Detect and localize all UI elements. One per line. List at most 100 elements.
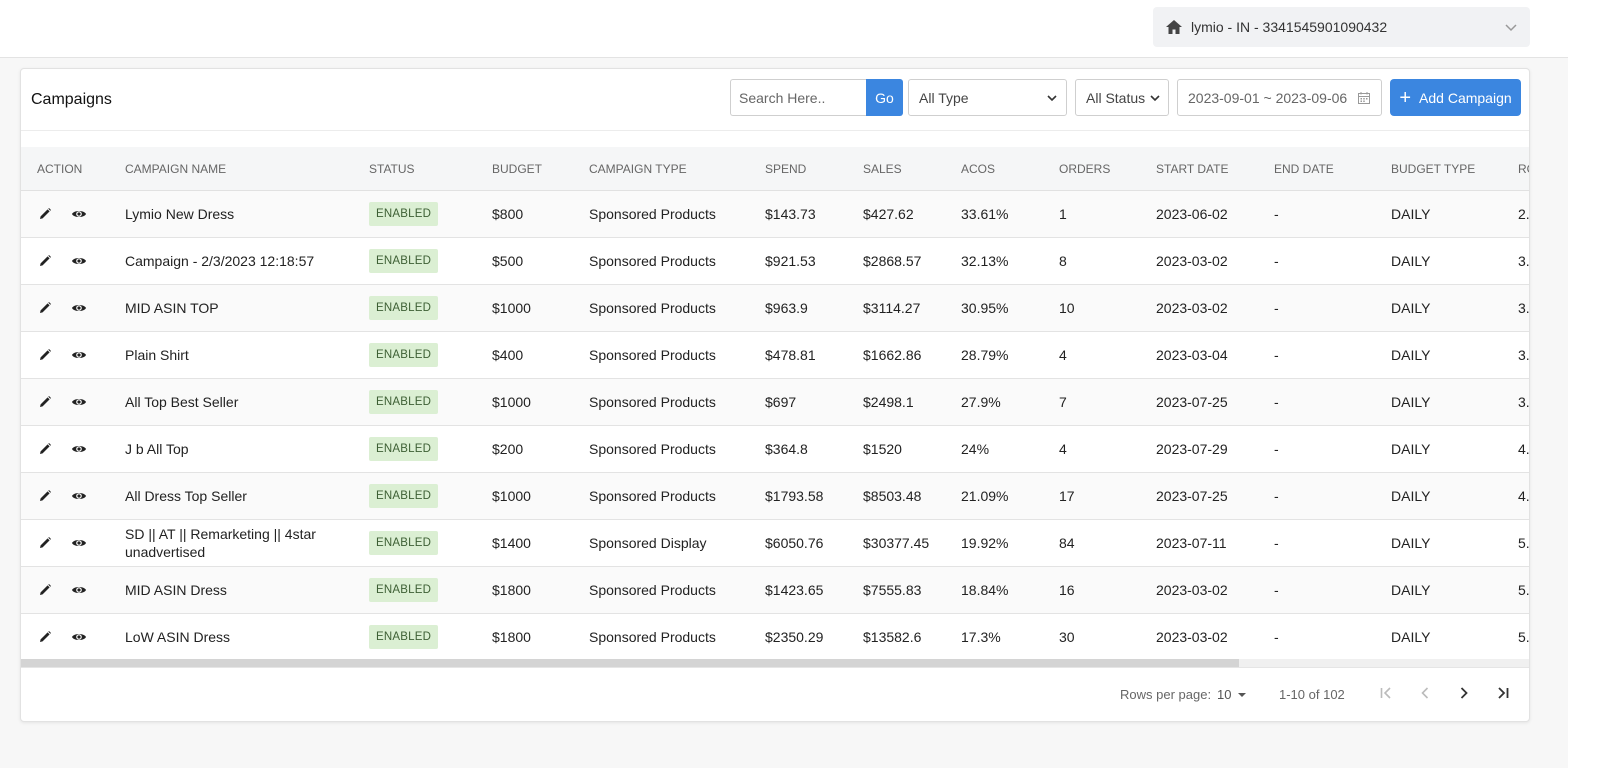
acos-cell: 28.79% [961,347,1009,363]
eye-icon[interactable] [71,206,87,222]
spend-cell: $478.81 [765,347,816,363]
budget-type-cell: DAILY [1391,253,1431,269]
budget-cell: $1000 [492,394,531,410]
eye-icon[interactable] [71,629,87,645]
budget-type-cell: DAILY [1391,300,1431,316]
column-header-acos[interactable]: ACOS [961,147,995,191]
pencil-icon[interactable] [37,629,53,645]
column-header-start-date[interactable]: START DATE [1156,147,1228,191]
budget-type-cell: DAILY [1391,488,1431,504]
end-date-cell: - [1274,206,1279,222]
acos-cell: 24% [961,441,990,457]
table-row: J b All Top ENABLED $200 Sponsored Products… [21,426,1529,473]
pencil-icon[interactable] [37,253,53,269]
column-header-budget-type[interactable]: BUDGET TYPE [1391,147,1475,191]
campaign-type-cell: Sponsored Products [589,347,716,363]
pencil-icon[interactable] [37,535,53,551]
eye-icon[interactable] [71,441,87,457]
status-cell: ENABLED [369,191,439,237]
start-date-cell: 2023-03-04 [1156,347,1228,363]
eye-icon[interactable] [71,300,87,316]
budget-type-cell: DAILY [1391,394,1431,410]
column-header-orders[interactable]: ORDERS [1059,147,1110,191]
plus-icon: + [1399,86,1412,109]
status-badge: ENABLED [369,625,439,649]
acos-cell: 19.92% [961,535,1009,551]
add-campaign-button[interactable]: + Add Campaign [1390,79,1521,116]
eye-icon[interactable] [71,535,87,551]
table-row: All Dress Top Seller ENABLED $1000 Sponsore… [21,473,1530,520]
table-footer: Rows per page: 10 1-10 of 102 [21,667,1529,721]
pencil-icon[interactable] [37,441,53,457]
start-date-cell: 2023-07-29 [1156,441,1228,457]
budget-type-cell: DAILY [1391,629,1431,645]
rows-per-page-select[interactable]: 10 [1217,687,1247,702]
start-date-cell: 2023-07-25 [1156,488,1228,504]
eye-icon[interactable] [71,394,87,410]
pencil-icon[interactable] [37,206,53,222]
roas-cell: 3.4 [1518,347,1530,363]
roas-cell: 5.7 [1518,629,1530,645]
pencil-icon[interactable] [37,300,53,316]
vertical-scrollbar[interactable] [1568,0,1604,768]
date-range-value: 2023-09-01 ~ 2023-09-06 [1188,89,1348,106]
status-cell: ENABLED [369,285,439,331]
account-selector[interactable]: lymio - IN - 3341545901090432 [1153,7,1530,47]
status-badge: ENABLED [369,531,439,555]
column-header-action: ACTION [37,162,83,176]
next-page-button[interactable] [1452,683,1476,707]
campaign-type-cell: Sponsored Products [589,582,716,598]
roas-cell: 3.5 [1518,394,1530,410]
search-input[interactable] [730,79,867,116]
eye-icon[interactable] [71,347,87,363]
spend-cell: $1423.65 [765,582,824,598]
orders-cell: 10 [1059,300,1075,316]
eye-icon[interactable] [71,488,87,504]
date-range-picker[interactable]: 2023-09-01 ~ 2023-09-06 [1177,79,1382,116]
status-badge: ENABLED [369,249,439,273]
row-actions [37,379,87,425]
column-header-spend[interactable]: SPEND [765,147,806,191]
first-page-button[interactable] [1374,683,1398,707]
chevron-down-icon [1149,92,1161,104]
roas-cell: 5.3 [1518,582,1530,598]
table-header: ACTION CAMPAIGN NAME STATUS BUDGET CAMPA… [21,147,1529,191]
budget-cell: $1800 [492,582,531,598]
campaign-type-cell: Sponsored Products [589,253,716,269]
budget-cell: $800 [492,206,524,222]
status-select-value: All Status [1086,89,1146,106]
go-button[interactable]: Go [866,79,903,116]
column-header-end-date[interactable]: END DATE [1274,147,1334,191]
type-select[interactable]: All Type [908,79,1067,116]
horizontal-scrollbar[interactable] [21,659,1529,667]
eye-icon[interactable] [71,253,87,269]
column-header-campaign-name[interactable]: CAMPAIGN NAME [125,147,226,191]
status-badge: ENABLED [369,390,439,414]
column-header-budget[interactable]: BUDGET [492,147,542,191]
end-date-cell: - [1274,394,1279,410]
status-select[interactable]: All Status [1075,79,1169,116]
column-header-roas[interactable]: RO [1518,147,1529,191]
previous-page-button[interactable] [1413,683,1437,707]
chevron-right-icon [1456,685,1472,706]
status-badge: ENABLED [369,578,439,602]
column-header-campaign-type[interactable]: CAMPAIGN TYPE [589,147,687,191]
campaign-type-cell: Sponsored Products [589,394,716,410]
pagination-range: 1-10 of 102 [1279,687,1345,702]
pencil-icon[interactable] [37,582,53,598]
column-header-status[interactable]: STATUS [369,147,415,191]
eye-icon[interactable] [71,582,87,598]
status-badge: ENABLED [369,437,439,461]
roas-cell: 4.7 [1518,488,1530,504]
horizontal-scrollbar-thumb[interactable] [21,659,1239,667]
acos-cell: 32.13% [961,253,1009,269]
campaigns-table: ACTION CAMPAIGN NAME STATUS BUDGET CAMPA… [21,147,1530,659]
budget-cell: $400 [492,347,524,363]
row-actions [37,238,87,284]
last-page-button[interactable] [1491,683,1515,707]
column-header-sales[interactable]: SALES [863,147,902,191]
pencil-icon[interactable] [37,488,53,504]
pencil-icon[interactable] [37,394,53,410]
sales-cell: $2868.57 [863,253,922,269]
pencil-icon[interactable] [37,347,53,363]
